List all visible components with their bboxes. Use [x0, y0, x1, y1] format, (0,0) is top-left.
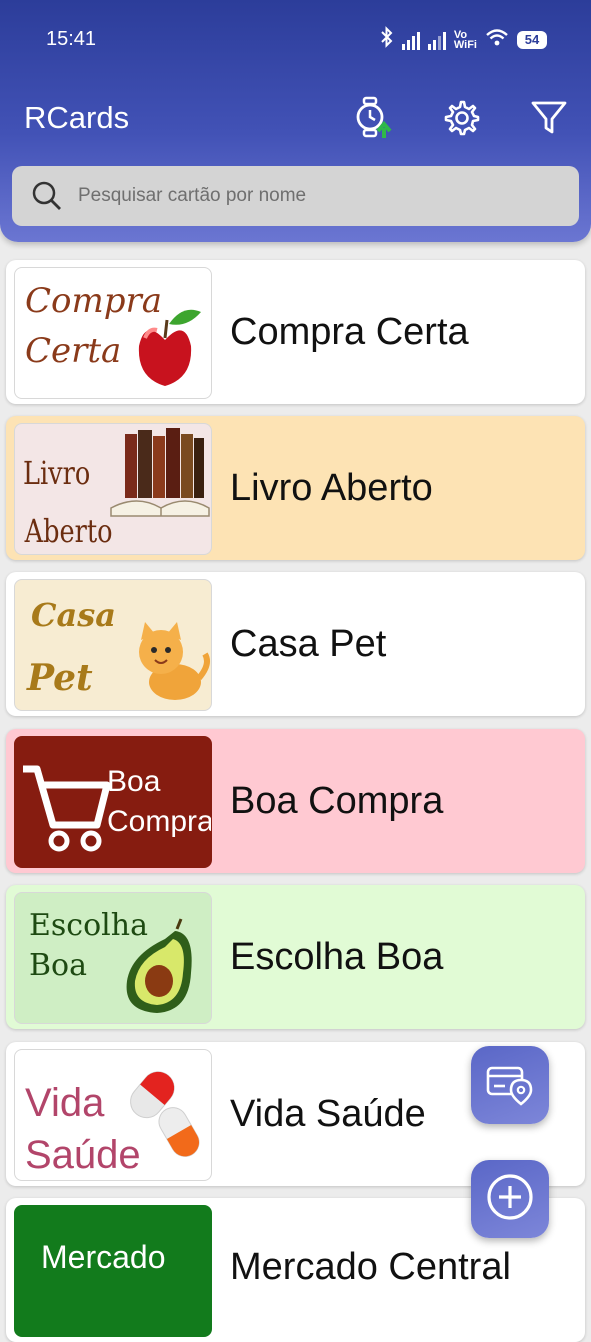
card-logo-vida-saude: Vida Saúde — [14, 1049, 212, 1181]
logo-text: Vida — [25, 1081, 105, 1125]
status-time: 15:41 — [46, 28, 97, 50]
wifi-icon — [485, 28, 509, 51]
card-name: Escolha Boa — [230, 935, 444, 978]
card-name: Compra Certa — [230, 310, 469, 353]
battery-indicator: 54 — [517, 30, 547, 49]
logo-text: Escolha — [29, 908, 148, 943]
list-item[interactable]: Escolha Boa Escolha Boa — [6, 885, 585, 1029]
vowifi-label: Vo WiFi — [453, 28, 477, 51]
search-input[interactable] — [76, 184, 540, 208]
card-logo-livro-aberto: Livro Aberto — [14, 423, 212, 555]
search-icon — [30, 179, 64, 213]
list-item[interactable]: Livro Aberto Livro Aberto — [6, 416, 585, 560]
logo-text: Compra — [107, 805, 211, 838]
signal-icon-1 — [401, 30, 420, 50]
logo-text: Aberto — [24, 512, 113, 550]
filter-icon[interactable] — [527, 96, 571, 140]
card-name: Boa Compra — [230, 779, 444, 822]
logo-text: Certa — [25, 331, 121, 371]
list-item[interactable]: Casa Pet Casa Pet — [6, 572, 585, 716]
search-bar[interactable] — [12, 166, 579, 226]
logo-text: Compra — [25, 281, 162, 321]
card-logo-boa-compra: Boa Compra — [14, 736, 212, 868]
gear-icon[interactable] — [439, 96, 483, 140]
logo-text: Livro — [23, 454, 90, 492]
card-logo-casa-pet: Casa Pet — [14, 579, 212, 711]
add-circle-icon — [485, 1172, 535, 1227]
app-bar: 15:41 Vo WiFi 54 RCards — [0, 0, 591, 242]
logo-text: Boa — [107, 765, 161, 798]
bluetooth-icon — [380, 26, 394, 53]
card-name: Mercado Central — [230, 1246, 511, 1288]
list-item[interactable]: Compra Certa Compra Certa — [6, 260, 585, 404]
card-name: Casa Pet — [230, 622, 387, 665]
status-bar: 15:41 Vo WiFi 54 — [0, 0, 591, 80]
status-icons: Vo WiFi 54 — [380, 26, 547, 53]
card-name: Livro Aberto — [230, 466, 433, 509]
add-card-button[interactable] — [471, 1160, 549, 1238]
card-logo-compra-certa: Compra Certa — [14, 267, 212, 399]
watch-upload-icon[interactable] — [354, 96, 398, 140]
app-title: RCards — [24, 100, 130, 135]
nearby-cards-button[interactable] — [471, 1046, 549, 1124]
card-name: Vida Saúde — [230, 1092, 426, 1135]
card-logo-mercado-central: Mercado — [14, 1205, 212, 1337]
logo-text: Casa — [31, 596, 116, 634]
card-location-icon — [485, 1060, 535, 1111]
signal-icon-2 — [427, 30, 446, 50]
list-item[interactable]: Boa Compra Boa Compra — [6, 729, 585, 873]
card-logo-escolha-boa: Escolha Boa — [14, 892, 212, 1024]
logo-text: Saúde — [25, 1133, 141, 1177]
logo-text: Boa — [29, 948, 87, 983]
logo-text: Pet — [26, 657, 93, 699]
logo-text: Mercado — [41, 1239, 166, 1275]
